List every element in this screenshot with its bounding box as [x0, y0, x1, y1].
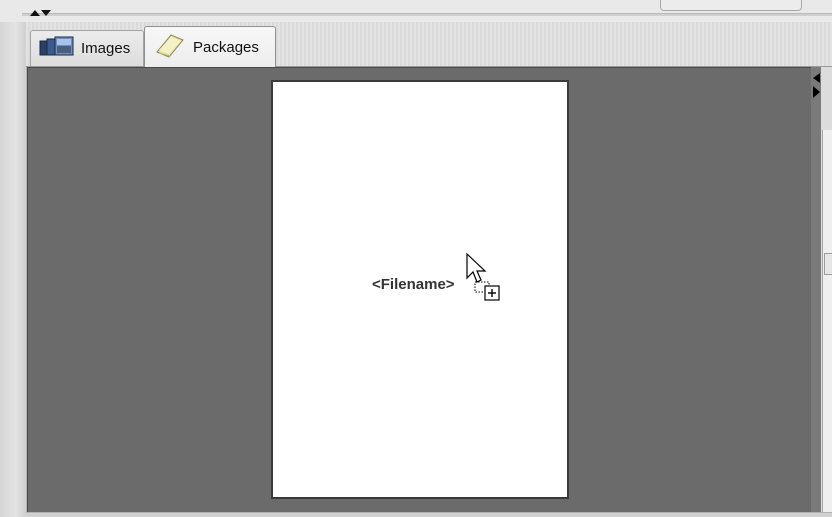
tab-packages-label: Packages	[193, 38, 259, 56]
drag-copy-cursor-icon	[465, 252, 509, 309]
right-scroll-handle[interactable]	[824, 253, 832, 275]
collapse-expand-icon[interactable]	[30, 9, 52, 19]
package-page[interactable]: <Filename>	[271, 80, 569, 499]
package-icon	[153, 32, 187, 63]
filename-placeholder[interactable]: <Filename>	[372, 276, 455, 293]
images-stack-icon	[39, 35, 75, 62]
right-panel-splitter[interactable]	[811, 67, 821, 512]
panel-toggle-arrows-icon[interactable]	[812, 72, 821, 107]
tab-bar: Images Packages	[26, 22, 832, 67]
app-window: Images Packages <Filename>	[0, 0, 832, 517]
package-preview-canvas[interactable]: <Filename>	[27, 67, 811, 513]
top-divider	[22, 13, 832, 16]
left-frame	[0, 22, 27, 517]
right-panel-edge	[822, 130, 832, 512]
tab-images[interactable]: Images	[30, 30, 144, 66]
tab-images-label: Images	[81, 40, 131, 57]
top-toolbar-button[interactable]	[660, 0, 802, 11]
bottom-edge	[26, 512, 832, 517]
tab-packages[interactable]: Packages	[144, 26, 276, 67]
top-strip	[0, 0, 832, 23]
